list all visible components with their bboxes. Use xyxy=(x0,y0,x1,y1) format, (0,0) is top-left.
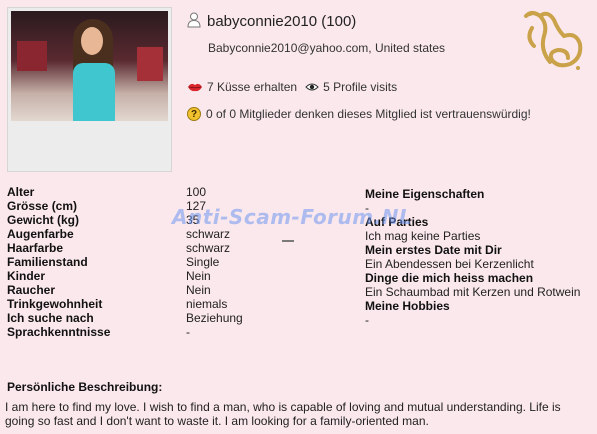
eye-icon xyxy=(305,83,319,91)
stats-row: 7 Küsse erhalten 5 Profile visits xyxy=(187,80,397,94)
lips-icon xyxy=(188,83,202,92)
user-icon xyxy=(187,12,201,28)
attr-value: Nein xyxy=(186,283,211,297)
trust-text: 0 of 0 Mitglieder denken dieses Mitglied… xyxy=(206,107,531,121)
capricorn-zodiac-icon xyxy=(524,11,583,70)
detail-value: Ein Abendessen bei Kerzenlicht xyxy=(365,257,534,271)
attr-label: Grösse (cm) xyxy=(7,199,78,213)
contact-info: Babyconnie2010@yahoo.com, United states xyxy=(208,41,445,55)
attr-label: Ich suche nach xyxy=(7,311,94,325)
profile-photo[interactable] xyxy=(11,11,168,121)
attr-label: Augenfarbe xyxy=(7,227,74,241)
attr-label: Sprachkenntnisse xyxy=(7,325,111,339)
detail-value: - xyxy=(365,313,369,327)
attr-value: schwarz xyxy=(186,227,231,241)
detail-value: Ein Schaumbad mit Kerzen und Rotwein xyxy=(365,285,581,299)
trust-row: ? 0 of 0 Mitglieder denken dieses Mitgli… xyxy=(187,107,531,121)
attr-value: Beziehung xyxy=(186,311,243,325)
profile-visits[interactable]: 5 Profile visits xyxy=(323,80,397,94)
divider xyxy=(282,240,294,242)
profile-photo-frame xyxy=(7,7,172,172)
watermark: Anti-Scam-Forum.NL xyxy=(172,205,413,229)
attr-label: Haarfarbe xyxy=(7,241,64,255)
question-mark-icon[interactable]: ? xyxy=(187,107,201,121)
attr-label: Familienstand xyxy=(7,255,88,269)
attr-value: niemals xyxy=(186,297,228,311)
detail-heading: Meine Hobbies xyxy=(365,299,450,313)
kisses-count[interactable]: 7 Küsse erhalten xyxy=(207,80,297,94)
detail-heading: Meine Eigenschaften xyxy=(365,187,485,201)
attr-label: Trinkgewohnheit xyxy=(7,297,103,311)
detail-heading: Mein erstes Date mit Dir xyxy=(365,243,502,257)
attr-value: 100 xyxy=(186,185,207,199)
attr-value: Nein xyxy=(186,269,211,283)
attr-value: - xyxy=(186,325,190,339)
attr-label: Alter xyxy=(7,185,35,199)
description-text: I am here to find my love. I wish to fin… xyxy=(5,400,561,428)
username: babyconnie2010 (100) xyxy=(207,13,357,30)
detail-heading: Dinge die mich heiss machen xyxy=(365,271,534,285)
attr-label: Kinder xyxy=(7,269,46,283)
description-heading: Persönliche Beschreibung: xyxy=(7,380,163,394)
detail-value: Ich mag keine Parties xyxy=(365,229,481,243)
attr-label: Gewicht (kg) xyxy=(7,213,80,227)
attr-label: Raucher xyxy=(7,283,56,297)
attr-value: Single xyxy=(186,255,220,269)
attr-value: schwarz xyxy=(186,241,231,255)
